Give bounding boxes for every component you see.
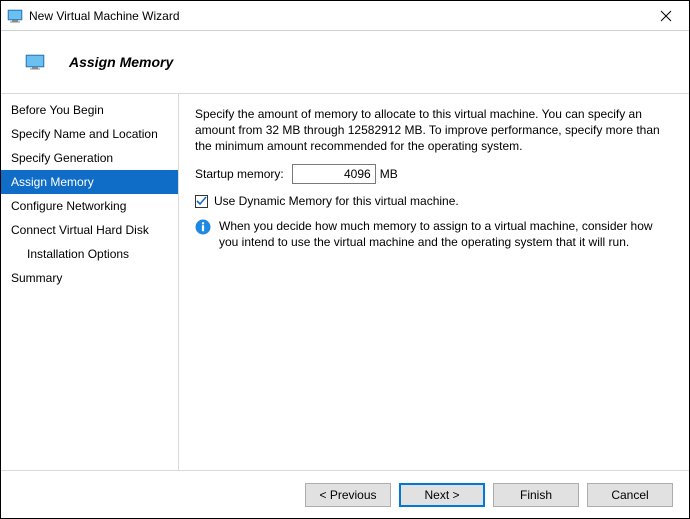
wizard-footer: < Previous Next > Finish Cancel — [1, 470, 689, 518]
step-specify-name-location[interactable]: Specify Name and Location — [1, 122, 178, 146]
startup-memory-input[interactable] — [292, 164, 376, 184]
next-button[interactable]: Next > — [399, 483, 485, 507]
startup-memory-label: Startup memory: — [195, 167, 284, 181]
previous-button[interactable]: < Previous — [305, 483, 391, 507]
title-bar: New Virtual Machine Wizard — [1, 1, 689, 31]
finish-button[interactable]: Finish — [493, 483, 579, 507]
wizard-header: Assign Memory — [1, 31, 689, 93]
step-before-you-begin[interactable]: Before You Begin — [1, 98, 178, 122]
startup-memory-unit: MB — [380, 167, 398, 181]
header-icon — [25, 54, 45, 70]
step-specify-generation[interactable]: Specify Generation — [1, 146, 178, 170]
wizard-content: Specify the amount of memory to allocate… — [179, 94, 689, 470]
app-icon — [7, 8, 23, 24]
info-text: When you decide how much memory to assig… — [219, 218, 673, 250]
dynamic-memory-checkbox[interactable] — [195, 195, 208, 208]
step-summary[interactable]: Summary — [1, 266, 178, 290]
step-assign-memory[interactable]: Assign Memory — [1, 170, 178, 194]
cancel-button[interactable]: Cancel — [587, 483, 673, 507]
page-title: Assign Memory — [69, 54, 173, 70]
description-text: Specify the amount of memory to allocate… — [195, 106, 673, 154]
step-installation-options[interactable]: Installation Options — [1, 242, 178, 266]
wizard-steps-sidebar: Before You Begin Specify Name and Locati… — [1, 94, 179, 470]
step-connect-virtual-hard-disk[interactable]: Connect Virtual Hard Disk — [1, 218, 178, 242]
step-configure-networking[interactable]: Configure Networking — [1, 194, 178, 218]
dynamic-memory-label: Use Dynamic Memory for this virtual mach… — [214, 194, 459, 208]
dynamic-memory-row: Use Dynamic Memory for this virtual mach… — [195, 194, 673, 208]
info-row: When you decide how much memory to assig… — [195, 218, 673, 250]
startup-memory-row: Startup memory: MB — [195, 164, 673, 184]
info-icon — [195, 219, 211, 235]
window-title: New Virtual Machine Wizard — [29, 9, 643, 23]
wizard-body: Before You Begin Specify Name and Locati… — [1, 93, 689, 470]
close-button[interactable] — [643, 1, 689, 30]
